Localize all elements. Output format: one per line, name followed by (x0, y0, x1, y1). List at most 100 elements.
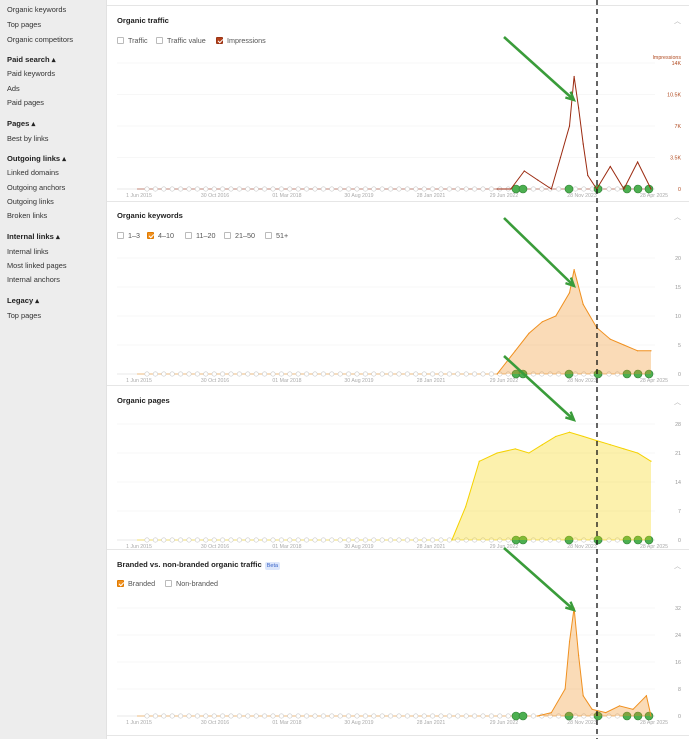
x-tick-label: 28 Jan 2021 (417, 720, 446, 726)
sidebar-item-broken-links[interactable]: Broken links (7, 211, 47, 220)
sidebar-section-paid-search[interactable]: Paid search ▴ (7, 55, 56, 64)
annotation-marker (211, 537, 217, 543)
annotation-marker (472, 186, 478, 192)
annotation-marker (413, 186, 419, 192)
annotation-marker (480, 713, 486, 719)
annotation-arrow (503, 217, 576, 288)
charts-canvas: 14K 10.5K 7K 3.5K 0 Impressions 1 Jun 2015 30 O… (117, 0, 682, 739)
data-point (623, 448, 625, 450)
sidebar-item-internal-links[interactable]: Internal links (7, 247, 49, 256)
sidebar-item-internal-anchors[interactable]: Internal anchors (7, 275, 60, 284)
annotation-marker (287, 537, 293, 543)
x-tick-label: 28 Apr 2025 (640, 378, 668, 384)
sidebar-item-organic-keywords[interactable]: Organic keywords (7, 5, 66, 14)
annotation-marker (329, 713, 335, 719)
x-tick-label: 01 Mar 2018 (272, 378, 301, 384)
annotation-marker (354, 186, 360, 192)
x-tick-label: 28 Apr 2025 (640, 193, 668, 199)
sidebar-section-internal-links[interactable]: Internal links ▴ (7, 232, 60, 241)
annotation-marker (295, 371, 301, 377)
x-tick-label: 1 Jun 2015 (126, 720, 152, 726)
annotation-marker (329, 186, 335, 192)
annotation-marker (388, 713, 394, 719)
sidebar-item-paid-keywords[interactable]: Paid keywords (7, 69, 55, 78)
data-point (514, 350, 516, 352)
series-line (497, 76, 652, 191)
annotation-marker (472, 713, 478, 719)
annotation-marker (371, 537, 377, 543)
annotation-marker (320, 537, 326, 543)
annotation-marker (404, 713, 410, 719)
annotation-marker (144, 713, 150, 719)
annotation-marker (186, 371, 192, 377)
annotation-marker (463, 186, 469, 192)
data-point (555, 315, 557, 317)
annotation-marker (211, 713, 217, 719)
x-tick-label: 30 Aug 2019 (344, 544, 373, 550)
annotation-marker (421, 371, 427, 377)
data-point (582, 143, 584, 145)
annotation-marker (413, 371, 419, 377)
annotation-marker (530, 186, 536, 192)
sidebar-item-organic-competitors[interactable]: Organic competitors (7, 35, 73, 44)
x-tick-label: 28 Nov 2023 (567, 720, 597, 726)
annotation-marker (228, 371, 234, 377)
annotation-marker (262, 537, 268, 543)
annotation-marker (152, 371, 158, 377)
data-point (568, 641, 571, 643)
annotation-marker (245, 186, 251, 192)
data-point (559, 156, 562, 159)
annotation-marker (278, 186, 284, 192)
data-point (528, 332, 530, 334)
annotation-marker (178, 186, 184, 192)
annotation-marker (203, 537, 209, 543)
y-tick-label: 28 (675, 422, 681, 428)
annotation-marker (430, 713, 436, 719)
annotation-marker (161, 186, 167, 192)
y-tick-label: 7 (678, 509, 681, 515)
data-point (609, 444, 611, 446)
annotation-marker (203, 713, 209, 719)
annotation-marker (480, 371, 486, 377)
annotation-marker (581, 186, 587, 192)
annotation-marker (354, 371, 360, 377)
annotation-marker (253, 371, 259, 377)
sidebar-section-pages[interactable]: Pages ▴ (7, 119, 35, 128)
annotation-marker (245, 713, 251, 719)
sidebar-item-legacy-top-pages[interactable]: Top pages (7, 311, 41, 320)
sidebar-item-outgoing-links[interactable]: Outgoing links (7, 197, 54, 206)
y-tick-label: 14 (675, 480, 681, 486)
y-tick-label: 7K (675, 124, 682, 130)
annotation-marker (396, 371, 402, 377)
data-point (564, 688, 566, 690)
annotation-marker (211, 186, 217, 192)
annotation-marker (488, 186, 494, 192)
annotation-marker (463, 713, 469, 719)
sidebar-item-paid-pages[interactable]: Paid pages (7, 98, 44, 107)
data-point (605, 712, 607, 714)
sidebar-section-outgoing-links[interactable]: Outgoing links ▴ (7, 154, 66, 163)
sidebar-item-ads[interactable]: Ads (7, 84, 20, 93)
x-tick-label: 28 Jan 2021 (417, 544, 446, 550)
sidebar-item-top-pages[interactable]: Top pages (7, 20, 41, 29)
annotation-marker (438, 537, 444, 543)
data-point (465, 506, 467, 508)
sidebar-item-linked-domains[interactable]: Linked domains (7, 168, 59, 177)
annotation-marker (362, 713, 368, 719)
x-tick-label: 28 Nov 2023 (567, 193, 597, 199)
annotation-marker (362, 537, 368, 543)
sidebar-item-outgoing-anchors[interactable]: Outgoing anchors (7, 183, 65, 192)
sidebar-item-most-linked-pages[interactable]: Most linked pages (7, 261, 67, 270)
x-tick-label: 30 Aug 2019 (344, 193, 373, 199)
annotation-marker (438, 186, 444, 192)
data-point (623, 188, 625, 190)
annotation-marker (304, 537, 310, 543)
y-tick-label: 0 (678, 187, 681, 193)
annotation-marker (430, 371, 436, 377)
x-tick-label: 01 Mar 2018 (272, 544, 301, 550)
sidebar-item-best-by-links[interactable]: Best by links (7, 134, 49, 143)
annotation-marker-green (518, 184, 528, 194)
y-tick-label: 24 (675, 633, 681, 639)
annotation-marker (220, 537, 226, 543)
sidebar-section-legacy[interactable]: Legacy ▴ (7, 296, 39, 305)
